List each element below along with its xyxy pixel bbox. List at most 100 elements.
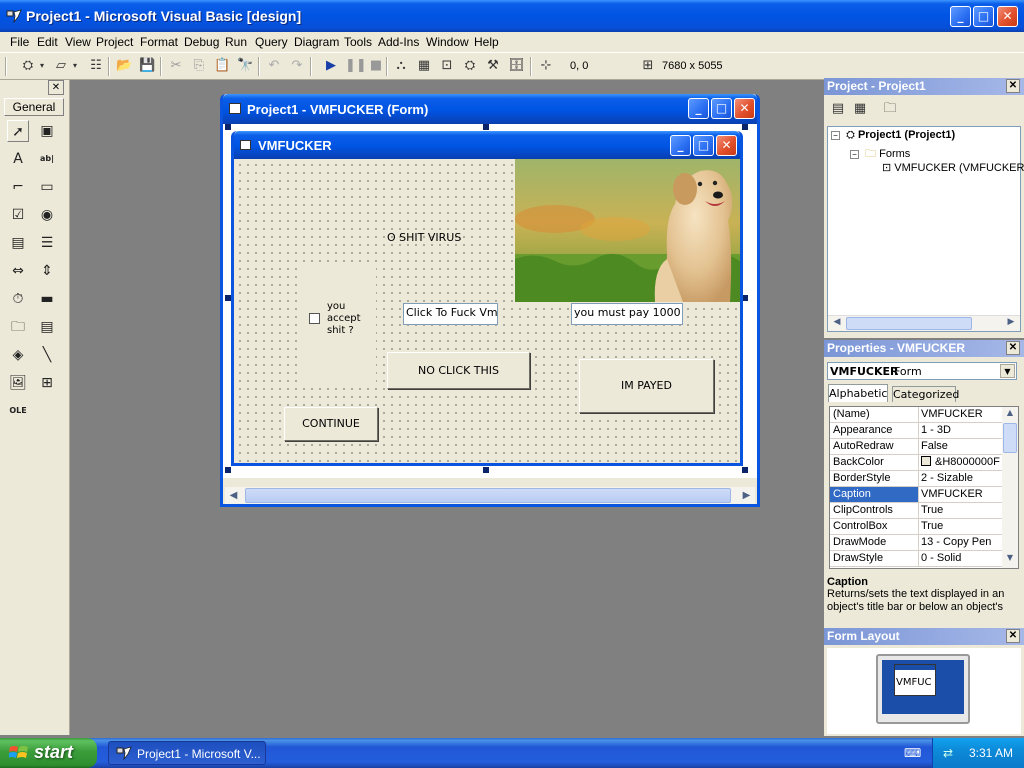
property-value[interactable]: VMFUCKER: [921, 488, 1001, 500]
vmfucker-form[interactable]: VMFUCKER _ □ ✕ O SHIT VIRUS you accept s…: [231, 131, 743, 466]
property-value[interactable]: &H8000000F: [921, 456, 1001, 468]
frame-icon[interactable]: ⌐: [7, 176, 29, 198]
clock[interactable]: 3:31 AM: [969, 746, 1013, 760]
property-row[interactable]: ControlBox True: [830, 519, 1002, 535]
no-click-this-button[interactable]: NO CLICK THIS: [387, 352, 530, 389]
menu-diagram[interactable]: Diagram: [294, 35, 339, 49]
property-row[interactable]: BorderStyle 2 - Sizable: [830, 471, 1002, 487]
toolbox-close-button[interactable]: ✕: [48, 80, 64, 95]
project-explorer-header[interactable]: Project - Project1 ✕: [824, 78, 1024, 95]
menu-view[interactable]: View: [65, 35, 91, 49]
resize-handle[interactable]: [225, 467, 231, 473]
hscrollbar-icon[interactable]: ⇔: [7, 260, 29, 282]
form-close-button[interactable]: ✕: [716, 135, 737, 156]
menu-edit[interactable]: Edit: [37, 35, 58, 49]
tab-alphabetic[interactable]: Alphabetic: [828, 384, 888, 402]
textbox-pay[interactable]: you must pay 1000 pln: [571, 303, 683, 325]
timer-icon[interactable]: ⏱: [7, 288, 29, 310]
properties-close-button[interactable]: ✕: [1006, 341, 1020, 355]
drivelistbox-icon[interactable]: ▬: [36, 288, 58, 310]
menu-editor-icon[interactable]: ☷: [88, 58, 104, 74]
form-minimize-button[interactable]: _: [670, 135, 691, 156]
scroll-left-icon[interactable]: ◀: [225, 487, 242, 504]
project-tree[interactable]: − ⛭ Project1 (Project1) − 🗀 Forms ⊡ VMFU…: [827, 126, 1024, 332]
open-project-icon[interactable]: 📂: [116, 58, 132, 74]
taskbar-item-vb[interactable]: Project1 - Microsoft V...: [108, 741, 266, 765]
continue-button[interactable]: CONTINUE: [284, 407, 378, 441]
close-button[interactable]: ✕: [997, 6, 1018, 27]
picturebox-icon[interactable]: ▣: [36, 120, 58, 142]
commandbutton-icon[interactable]: ▭: [36, 176, 58, 198]
keyboard-icon[interactable]: ⌨: [904, 746, 921, 760]
tree-hscrollbar[interactable]: ◀ ▶: [828, 315, 1020, 331]
property-row[interactable]: DrawStyle 0 - Solid: [830, 551, 1002, 567]
label-icon[interactable]: A: [7, 148, 29, 170]
minimize-button[interactable]: _: [950, 6, 971, 27]
break-icon[interactable]: ❚❚: [345, 58, 367, 74]
textbox-icon[interactable]: ab|: [36, 148, 58, 170]
listbox-icon[interactable]: ☰: [36, 232, 58, 254]
properties-header[interactable]: Properties - VMFUCKER ✕: [824, 340, 1024, 357]
menu-tools[interactable]: Tools: [344, 35, 372, 49]
menu-addins[interactable]: Add-Ins: [378, 35, 419, 49]
property-value[interactable]: 2 - Sizable: [921, 472, 1001, 484]
toggle-folders-icon[interactable]: 🗀: [882, 101, 898, 117]
property-vscrollbar[interactable]: ▲ ▼: [1002, 407, 1018, 568]
object-selector[interactable]: VMFUCKER Form ▼: [827, 362, 1017, 380]
network-icon[interactable]: ⇄: [943, 746, 959, 760]
puppy-picture[interactable]: [515, 159, 740, 302]
shape-icon[interactable]: ◈: [7, 344, 29, 366]
start-button[interactable]: start: [0, 738, 97, 768]
chevron-down-icon[interactable]: ▾: [71, 58, 79, 74]
property-value[interactable]: False: [921, 440, 1001, 452]
menu-format[interactable]: Format: [140, 35, 178, 49]
property-grid[interactable]: (Name) VMFUCKER Appearance 1 - 3D AutoRedraw…: [829, 406, 1019, 569]
paste-icon[interactable]: 📋: [214, 58, 230, 74]
property-row[interactable]: DrawMode 13 - Copy Pen: [830, 535, 1002, 551]
im-payed-button[interactable]: IM PAYED: [579, 359, 714, 413]
form-maximize-button[interactable]: □: [693, 135, 714, 156]
tab-categorized[interactable]: Categorized: [892, 386, 959, 402]
toolbox-tab-general[interactable]: General: [4, 98, 64, 116]
line-icon[interactable]: ╲: [36, 344, 58, 366]
menu-project[interactable]: Project: [96, 35, 133, 49]
textbox-click-to-fuck[interactable]: Click To Fuck Vm: [403, 303, 498, 325]
add-project-icon[interactable]: ⛭: [20, 58, 36, 74]
checkbox-icon[interactable]: ☑: [7, 204, 29, 226]
menu-window[interactable]: Window: [426, 35, 469, 49]
scroll-thumb[interactable]: [245, 488, 731, 503]
data-view-icon[interactable]: 🗄: [508, 58, 525, 74]
property-value[interactable]: VMFUCKER: [921, 408, 1001, 420]
maximize-button[interactable]: □: [973, 6, 994, 27]
resize-handle[interactable]: [742, 467, 748, 473]
object-browser-icon[interactable]: ⛭: [462, 58, 478, 74]
tree-form-item[interactable]: ⊡ VMFUCKER (VMFUCKER: [882, 161, 1024, 174]
property-value[interactable]: True: [921, 520, 1001, 532]
form-client-area[interactable]: O SHIT VIRUS you accept shit ? Click To …: [234, 159, 740, 463]
start-icon[interactable]: ▶: [323, 58, 339, 74]
form-layout-close-button[interactable]: ✕: [1006, 629, 1020, 643]
data-icon[interactable]: ⊞: [36, 372, 58, 394]
menu-run[interactable]: Run: [225, 35, 247, 49]
menu-query[interactable]: Query: [255, 35, 288, 49]
menu-file[interactable]: File: [10, 35, 29, 49]
ole-icon[interactable]: OLE: [7, 400, 29, 422]
menu-help[interactable]: Help: [474, 35, 499, 49]
cut-icon[interactable]: ✂: [168, 58, 184, 74]
resize-handle[interactable]: [483, 467, 489, 473]
designer-close-button[interactable]: ✕: [734, 98, 755, 119]
property-value[interactable]: True: [921, 504, 1001, 516]
form-preview[interactable]: VMFUC: [894, 664, 936, 696]
property-row[interactable]: ClipControls True: [830, 503, 1002, 519]
form-designer-titlebar[interactable]: Project1 - VMFUCKER (Form) _ □ ✕: [223, 94, 757, 124]
view-object-icon[interactable]: ▦: [852, 101, 868, 117]
tree-root[interactable]: − ⛭ Project1 (Project1): [831, 129, 955, 142]
property-value[interactable]: 13 - Copy Pen: [921, 536, 1001, 548]
property-value[interactable]: 0 - Solid: [921, 552, 1001, 564]
pointer-icon[interactable]: ➚: [7, 120, 29, 142]
resize-handle[interactable]: [742, 124, 748, 130]
find-icon[interactable]: 🔭: [237, 58, 253, 74]
end-icon[interactable]: ■: [368, 58, 384, 74]
checkbox-box[interactable]: [309, 313, 320, 324]
vmfucker-titlebar[interactable]: VMFUCKER _ □ ✕: [234, 131, 740, 159]
